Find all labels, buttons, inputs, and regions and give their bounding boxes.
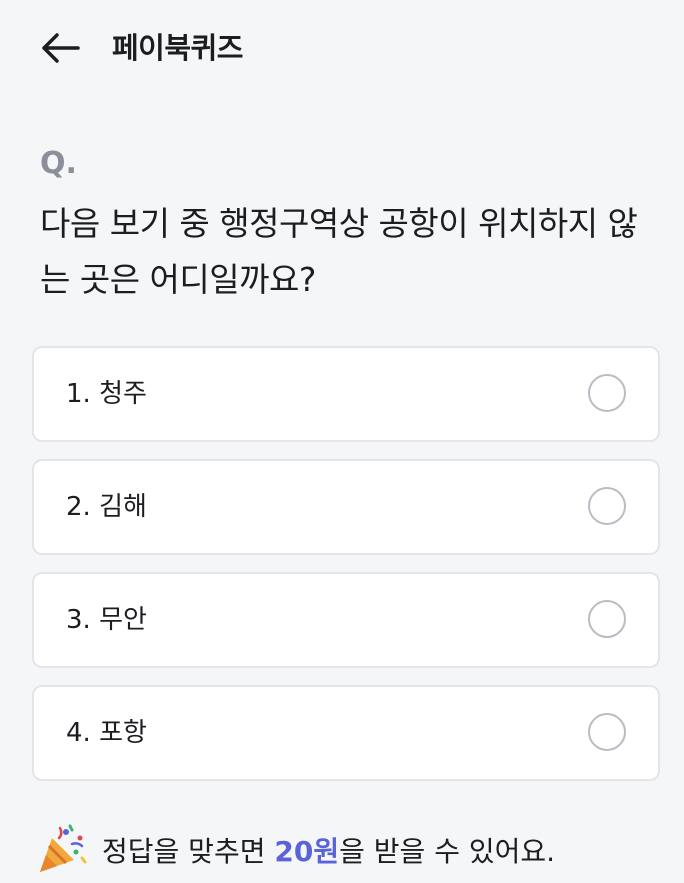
reward-text-prefix: 정답을 맞추면: [102, 835, 275, 868]
answer-option-2[interactable]: 2. 김해: [32, 459, 660, 555]
radio-button[interactable]: [588, 713, 626, 751]
answer-option-label: 1. 청주: [66, 379, 147, 409]
radio-button[interactable]: [588, 600, 626, 638]
answer-option-label: 3. 무안: [66, 605, 147, 635]
question-marker: Q.: [40, 146, 77, 181]
back-button[interactable]: [36, 26, 84, 70]
top-app-bar: 페이북퀴즈: [0, 0, 684, 96]
arrow-left-icon: [42, 33, 80, 63]
answer-option-1[interactable]: 1. 청주: [32, 346, 660, 442]
page-title: 페이북퀴즈: [112, 31, 243, 65]
answer-options: 1. 청주 2. 김해 3. 무안 4. 포항: [32, 346, 660, 798]
answer-option-label: 2. 김해: [66, 492, 147, 522]
party-popper-icon: [40, 824, 87, 872]
answer-option-4[interactable]: 4. 포항: [32, 685, 660, 781]
reward-text-suffix: 을 받을 수 있어요.: [339, 835, 556, 868]
reward-notice: 정답을 맞추면 20원 을 받을 수 있어요.: [36, 822, 555, 878]
question-text: 다음 보기 중 행정구역상 공항이 위치하지 않는 곳은 어디일까요?: [40, 204, 638, 299]
radio-button[interactable]: [588, 487, 626, 525]
reward-amount: 20원: [274, 835, 340, 868]
answer-option-3[interactable]: 3. 무안: [32, 572, 660, 668]
answer-option-label: 4. 포항: [66, 718, 147, 748]
radio-button[interactable]: [588, 374, 626, 412]
